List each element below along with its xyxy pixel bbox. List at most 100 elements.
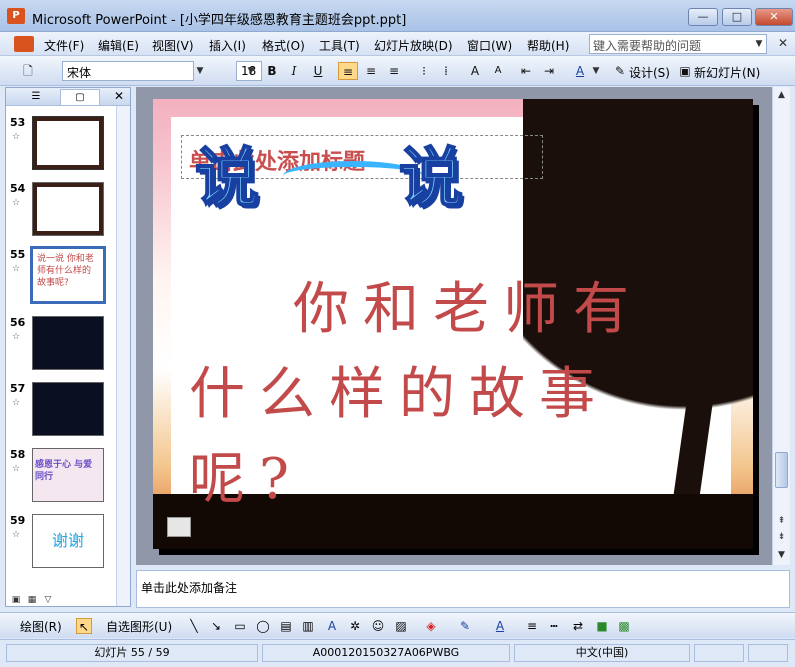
3d-style-icon[interactable]: ▩ — [616, 618, 632, 634]
wordart-char-first[interactable]: 说 — [194, 127, 260, 219]
autoshapes-button[interactable]: 自选图形(U) — [106, 618, 172, 635]
new-slide-button[interactable]: 新幻灯片(N) — [694, 64, 760, 81]
draw-menu-button[interactable]: 绘图(R) — [20, 618, 62, 635]
pane-scrollbar[interactable] — [116, 106, 130, 606]
body-text-line-2[interactable]: 什么样的故事 — [189, 349, 609, 430]
scroll-down-icon[interactable]: ▼ — [773, 547, 790, 563]
slide-thumbnail[interactable]: 感恩于心 与爱同行 — [32, 448, 104, 502]
numbered-list-icon[interactable]: ⁝ — [414, 62, 434, 80]
slide-thumbnail[interactable] — [32, 182, 104, 236]
tab-outline[interactable]: ☰ — [16, 89, 56, 105]
align-right-icon[interactable]: ≡ — [384, 62, 404, 80]
fill-color-icon[interactable]: ◈ — [423, 618, 439, 634]
menu-file[interactable]: 文件(F) — [44, 37, 84, 54]
body-text-line-1[interactable]: 你和老师有 — [293, 264, 643, 345]
rectangle-icon[interactable]: ▭ — [232, 618, 248, 634]
slideshow-icon[interactable]: ▽ — [41, 595, 55, 608]
slide-thumbnail-selected[interactable]: 说一说 你和老师有什么样的故事呢? — [30, 246, 106, 304]
design-icon[interactable]: ✎ — [610, 62, 630, 80]
menu-slideshow[interactable]: 幻灯片放映(D) — [374, 37, 453, 54]
next-slide-icon[interactable]: ⇟ — [773, 529, 790, 545]
sound-icon[interactable] — [167, 517, 191, 537]
thumbnail-row[interactable]: 57 ☆ — [6, 380, 116, 440]
scroll-up-icon[interactable]: ▲ — [773, 87, 790, 103]
normal-view-icon[interactable]: ▣ — [9, 595, 23, 608]
decrease-indent-icon[interactable]: ⇤ — [516, 62, 536, 80]
tab-slides[interactable]: ▢ — [60, 89, 100, 105]
picture-icon[interactable]: ▨ — [393, 618, 409, 634]
slide-number: 56 — [10, 316, 26, 329]
underline-button[interactable]: U — [308, 62, 328, 80]
help-search-input[interactable]: 键入需要帮助的问题 — [589, 34, 767, 54]
close-button[interactable]: ✕ — [755, 8, 793, 26]
pane-close-icon[interactable]: ✕ — [114, 89, 124, 103]
font-name-field[interactable]: 宋体 — [62, 61, 194, 81]
previous-slide-icon[interactable]: ⇞ — [773, 513, 790, 529]
thumbnail-row[interactable]: 59 ☆ 谢谢 — [6, 512, 116, 572]
thumbnail-row[interactable]: 58 ☆ 感恩于心 与爱同行 — [6, 446, 116, 506]
align-center-icon[interactable]: ≡ — [361, 62, 381, 80]
status-extra-cell — [694, 644, 744, 662]
increase-indent-icon[interactable]: ⇥ — [539, 62, 559, 80]
increase-font-icon[interactable]: A — [465, 62, 485, 80]
slide-sorter-icon[interactable]: ▦ — [25, 595, 39, 608]
font-name-dropdown-icon[interactable]: ▼ — [193, 61, 207, 81]
menu-tools[interactable]: 工具(T) — [319, 37, 360, 54]
design-button[interactable]: 设计(S) — [629, 64, 670, 81]
body-text-line-3[interactable]: 呢? — [189, 434, 303, 515]
ellipse-icon[interactable]: ◯ — [255, 618, 271, 634]
clipart-icon[interactable]: ☺ — [370, 618, 386, 634]
thumbnail-row[interactable]: 54 ☆ — [6, 180, 116, 240]
wordart-icon[interactable]: A — [324, 618, 340, 634]
font-color-icon[interactable]: A — [570, 62, 590, 80]
scroll-thumb[interactable] — [775, 452, 788, 488]
menu-window[interactable]: 窗口(W) — [467, 37, 512, 54]
font-size-dropdown-icon[interactable]: ▼ — [244, 61, 258, 81]
menu-view[interactable]: 视图(V) — [152, 37, 194, 54]
chevron-down-icon[interactable]: ▼ — [751, 34, 767, 54]
document-close-button[interactable]: ✕ — [778, 36, 788, 50]
menu-help[interactable]: 帮助(H) — [527, 37, 569, 54]
maximize-button[interactable]: □ — [722, 8, 752, 26]
new-slide-icon[interactable]: ▣ — [675, 62, 695, 80]
slide-thumbnail[interactable] — [32, 382, 104, 436]
star-icon: ☆ — [12, 464, 21, 474]
bulleted-list-icon[interactable]: ⁞ — [436, 62, 456, 80]
slide-thumbnail[interactable] — [32, 316, 104, 370]
drawing-font-color-icon[interactable]: A — [492, 618, 508, 634]
menu-edit[interactable]: 编辑(E) — [98, 37, 139, 54]
star-icon: ☆ — [12, 398, 21, 408]
slide-scrollbar[interactable]: ▲ ⇞ ⇟ ▼ — [772, 87, 790, 565]
arrow-icon[interactable]: ↘ — [208, 618, 224, 634]
dash-style-icon[interactable]: ┅ — [546, 618, 562, 634]
thumbnail-row[interactable]: 55 ☆ 说一说 你和老师有什么样的故事呢? — [6, 246, 116, 306]
font-color-dropdown-icon[interactable]: ▼ — [589, 61, 603, 81]
align-left-icon[interactable]: ≡ — [338, 62, 358, 80]
line-icon[interactable]: ╲ — [186, 618, 202, 634]
powerpoint-app-icon[interactable]: P — [7, 8, 25, 24]
line-color-icon[interactable]: ✎ — [457, 618, 473, 634]
star-icon: ☆ — [12, 132, 21, 142]
italic-button[interactable]: I — [284, 62, 304, 80]
slide-thumbnail[interactable] — [32, 116, 104, 170]
bold-button[interactable]: B — [262, 62, 282, 80]
thumbnail-row[interactable]: 53 ☆ — [6, 114, 116, 174]
decrease-font-icon[interactable]: A — [488, 62, 508, 80]
menu-format[interactable]: 格式(O) — [262, 37, 305, 54]
thumbnail-row[interactable]: 56 ☆ — [6, 314, 116, 374]
line-style-icon[interactable]: ≡ — [524, 618, 540, 634]
textbox-icon[interactable]: ▤ — [278, 618, 294, 634]
shadow-style-icon[interactable]: ■ — [594, 618, 610, 634]
arrow-style-icon[interactable]: ⇄ — [570, 618, 586, 634]
notes-pane[interactable]: 单击此处添加备注 — [136, 570, 790, 608]
wordart-char-second[interactable]: 说 — [398, 127, 464, 219]
minimize-button[interactable]: — — [688, 8, 718, 26]
new-document-icon[interactable]: 🗋 — [18, 62, 38, 80]
document-icon[interactable] — [14, 36, 34, 52]
vertical-textbox-icon[interactable]: ▥ — [300, 618, 316, 634]
menu-insert[interactable]: 插入(I) — [209, 37, 246, 54]
select-pointer-icon[interactable]: ↖ — [76, 618, 92, 634]
slide-thumbnail[interactable]: 谢谢 — [32, 514, 104, 568]
diagram-icon[interactable]: ✲ — [347, 618, 363, 634]
slide-canvas[interactable]: 单击此处添加标题 说 说 你和老师有 什么样的故事 呢? — [153, 99, 753, 549]
